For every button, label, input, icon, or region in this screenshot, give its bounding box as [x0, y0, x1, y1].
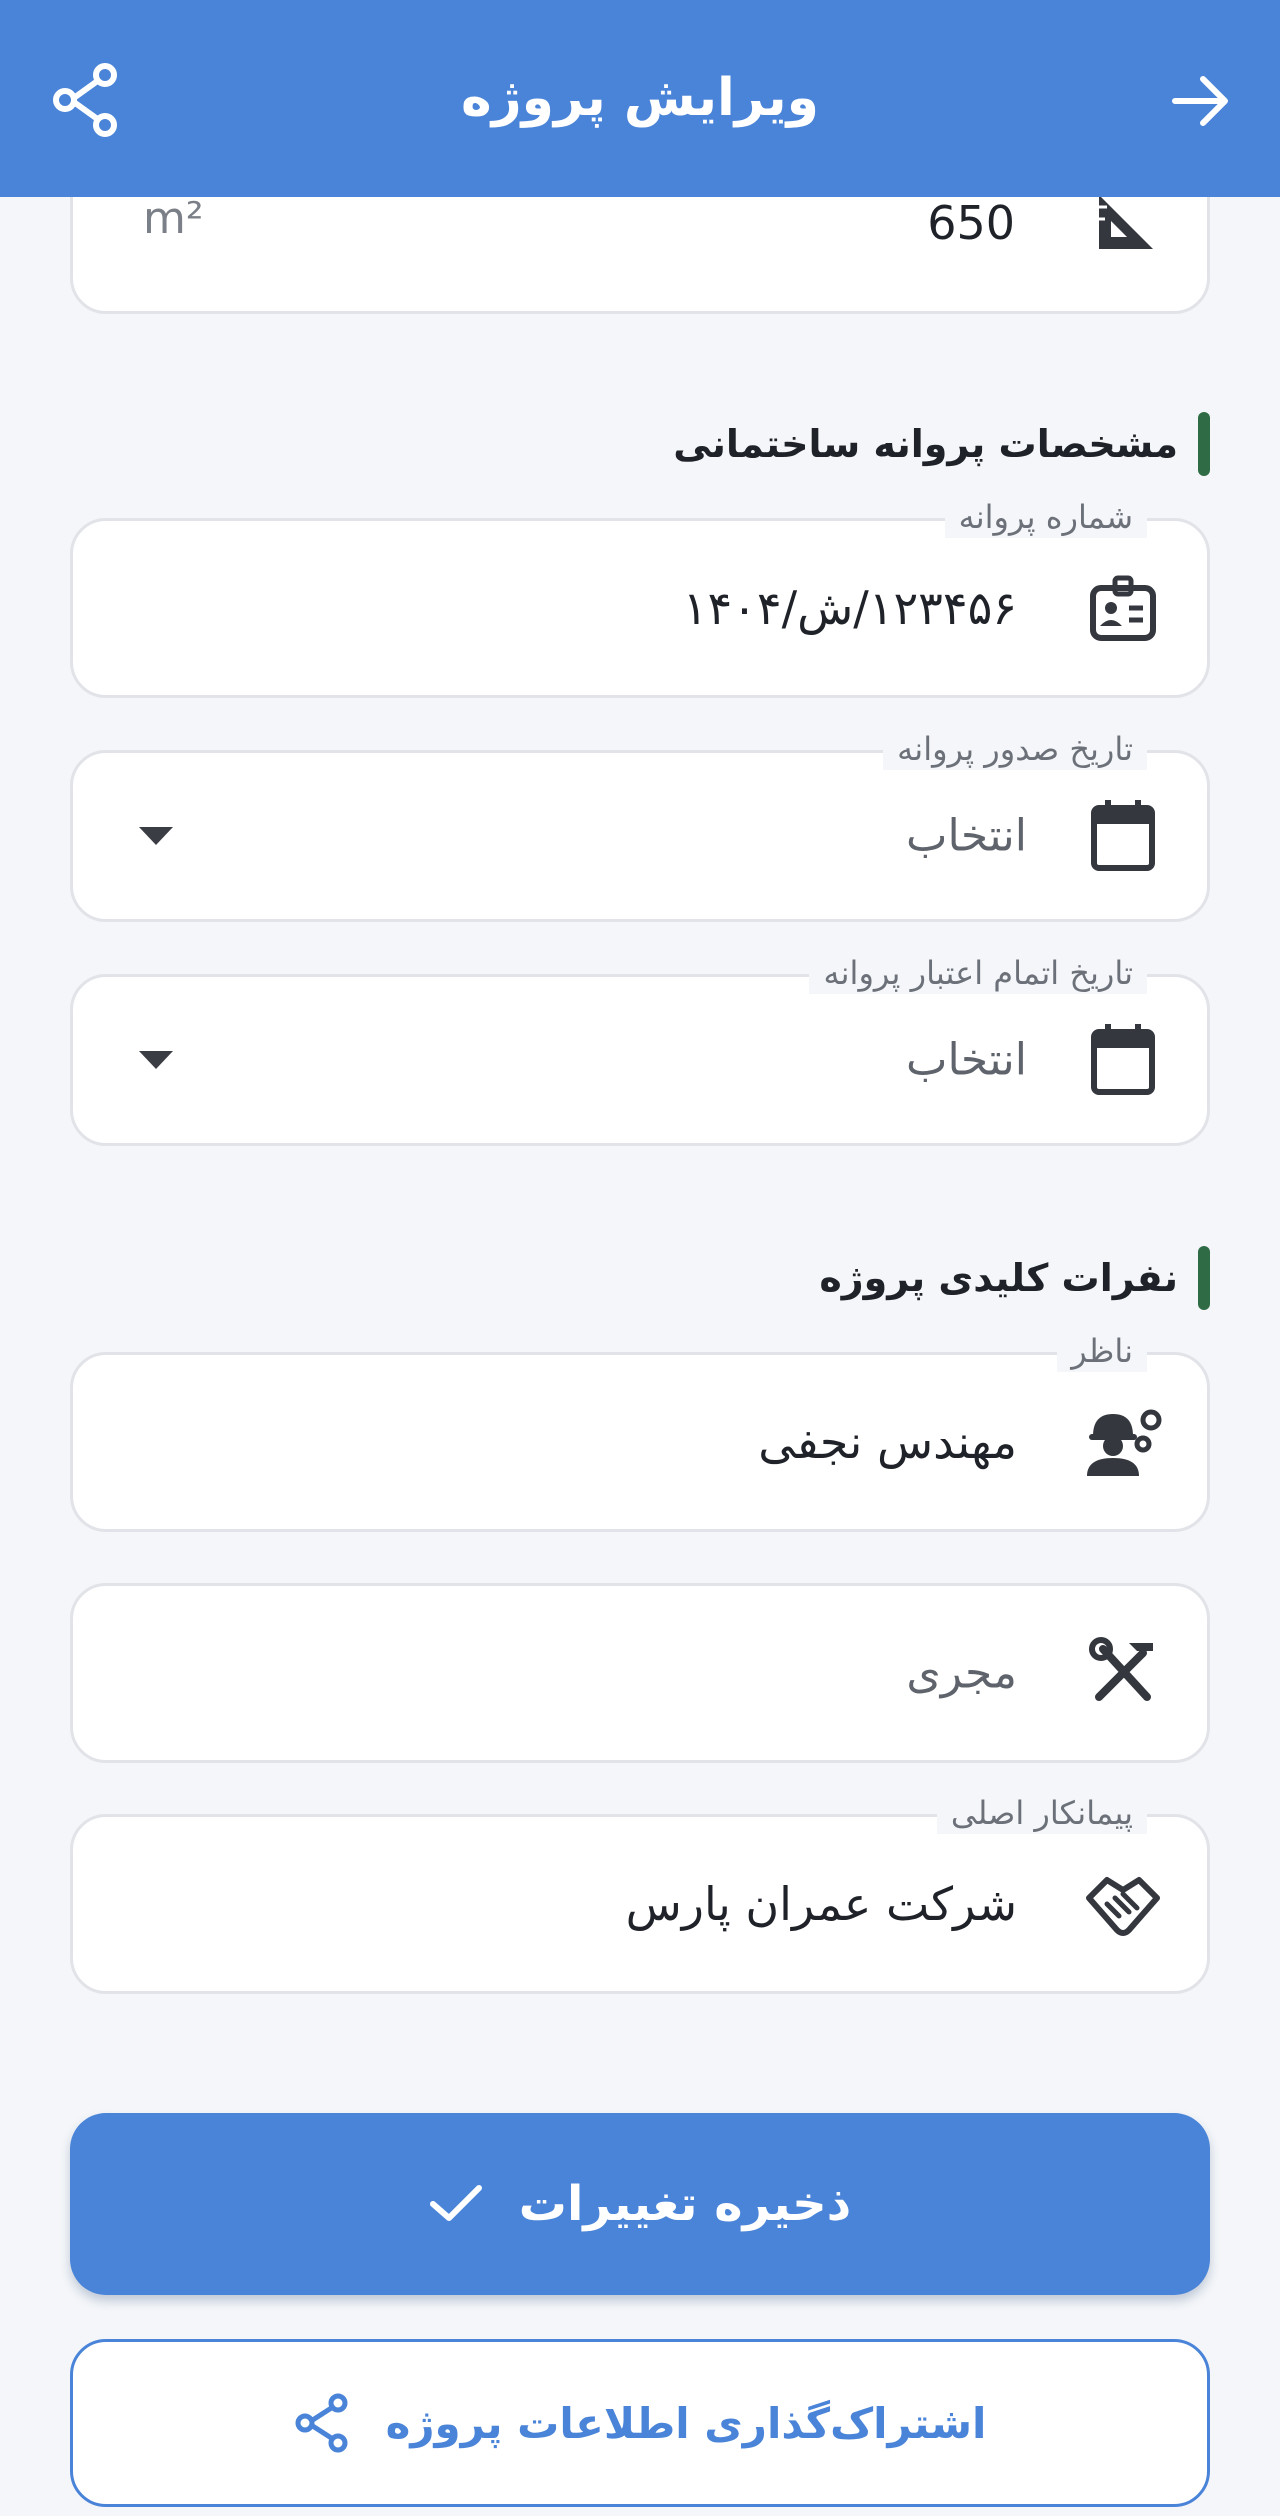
calendar-icon [1091, 1024, 1155, 1095]
share-project-info-label: اشتراک‌گذاری اطلاعات پروژه [385, 2398, 987, 2448]
save-changes-label: ذخیره تغییرات [518, 2176, 852, 2232]
dropdown-caret-icon[interactable] [139, 1051, 173, 1069]
supervisor-icon-wrap [1083, 1402, 1163, 1482]
section-accent-bar [1198, 1246, 1210, 1310]
supervisor-value: مهندس نجفی [758, 1415, 1017, 1469]
expiry-date-label: تاریخ اتمام اعتبار پروانه [809, 952, 1147, 994]
id-badge-icon [1090, 575, 1156, 641]
share-button[interactable] [46, 60, 126, 140]
executor-field[interactable]: مجری [70, 1583, 1210, 1763]
edit-project-screen: ویرایش پروژه 650 m² مشخصات پروانه ساختما… [0, 0, 1280, 2516]
permit-section-heading: مشخصات پروانه ساختمانی [673, 412, 1210, 476]
expiry-date-placeholder: انتخاب [906, 1034, 1027, 1086]
share-icon [295, 2393, 348, 2453]
people-section-title: نفرات کلیدی پروژه [819, 1256, 1178, 1300]
expiry-date-field[interactable]: تاریخ اتمام اعتبار پروانه انتخاب [70, 952, 1210, 1146]
contractor-field[interactable]: پیمانکار اصلی شرکت عمران پارس [70, 1792, 1210, 1994]
handshake-icon [1086, 1877, 1160, 1936]
calendar-icon [1091, 800, 1155, 871]
ruler-triangle-icon [1099, 195, 1153, 249]
save-changes-button[interactable]: ذخیره تغییرات [70, 2113, 1210, 2295]
permit-number-label: شماره پروانه [944, 496, 1147, 538]
area-value: 650 [927, 196, 1015, 250]
share-project-info-button[interactable]: اشتراک‌گذاری اطلاعات پروژه [70, 2339, 1210, 2507]
executor-icon-wrap [1083, 1633, 1163, 1713]
contractor-icon-wrap [1083, 1864, 1163, 1944]
contractor-label: پیمانکار اصلی [936, 1792, 1147, 1834]
area-unit: m² [143, 193, 204, 244]
check-icon [429, 2185, 482, 2221]
people-section-heading: نفرات کلیدی پروژه [819, 1246, 1210, 1310]
share-icon [53, 63, 117, 137]
permit-number-icon-wrap [1083, 568, 1163, 648]
issue-date-field[interactable]: تاریخ صدور پروانه انتخاب [70, 728, 1210, 922]
section-accent-bar [1198, 412, 1210, 476]
contractor-value: شرکت عمران پارس [625, 1877, 1017, 1931]
issue-date-placeholder: انتخاب [906, 810, 1027, 862]
arrow-forward-icon [1172, 76, 1228, 126]
tools-icon [1089, 1637, 1153, 1701]
permit-number-value: ۱۲۳۴۵۶/ش/۱۴۰۴ [682, 581, 1017, 635]
engineer-icon [1087, 1409, 1162, 1476]
issue-date-icon-wrap [1083, 796, 1163, 876]
executor-placeholder: مجری [906, 1647, 1017, 1699]
supervisor-field[interactable]: ناظر مهندس نجفی [70, 1330, 1210, 1532]
permit-section-title: مشخصات پروانه ساختمانی [673, 422, 1178, 466]
issue-date-label: تاریخ صدور پروانه [883, 728, 1147, 770]
app-bar: ویرایش پروژه [0, 0, 1280, 197]
back-button[interactable] [1162, 62, 1240, 140]
permit-number-field[interactable]: شماره پروانه ۱۲۳۴۵۶/ش/۱۴۰۴ [70, 496, 1210, 698]
dropdown-caret-icon[interactable] [139, 827, 173, 845]
page-title: ویرایش پروژه [461, 68, 819, 128]
supervisor-label: ناظر [1057, 1330, 1147, 1372]
expiry-date-icon-wrap [1083, 1020, 1163, 1100]
